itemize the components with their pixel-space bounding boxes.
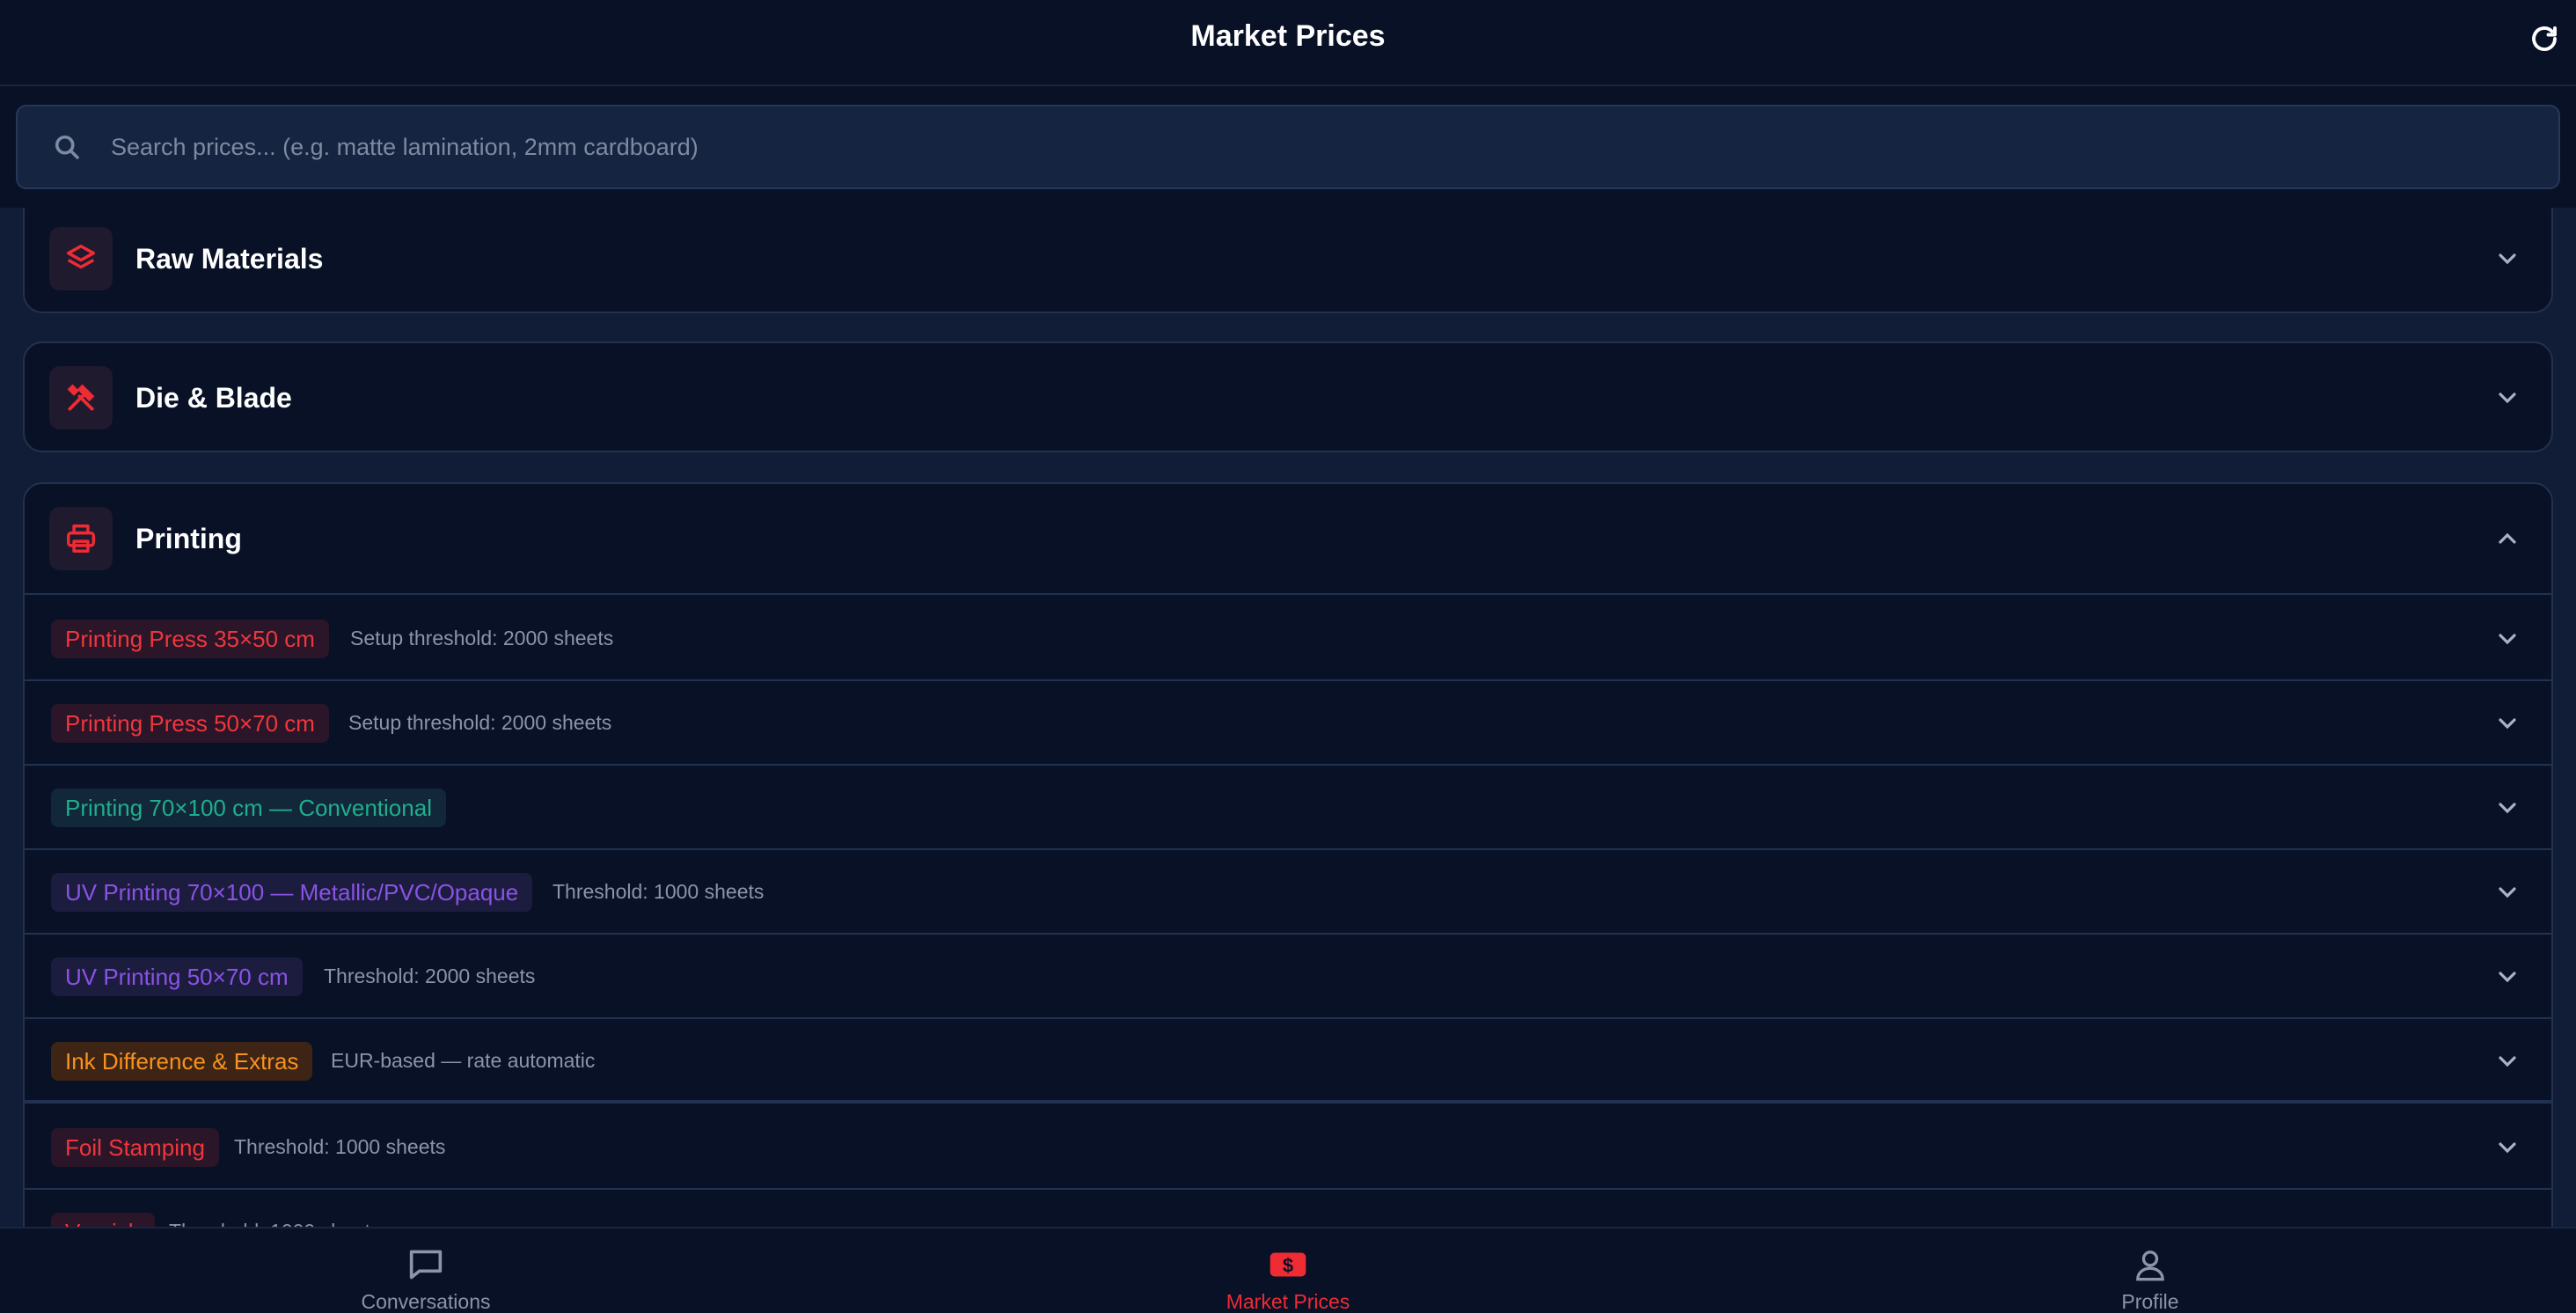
item-tag: Printing 70×100 cm — Conventional xyxy=(51,789,446,827)
tools-icon xyxy=(49,366,113,429)
page-title: Market Prices xyxy=(1190,19,1386,53)
section-title: Printing xyxy=(135,523,242,554)
chevron-down-icon xyxy=(2499,887,2516,899)
search-icon xyxy=(55,135,79,159)
chevron-down-icon xyxy=(2499,1056,2516,1067)
price-item-row[interactable]: Printing 70×100 cm — Conventional xyxy=(25,766,2551,850)
item-note: Threshold: 1000 sheets xyxy=(553,880,765,903)
section-raw-materials: Raw Materials xyxy=(23,208,2553,313)
search-bar-container xyxy=(0,86,2576,208)
item-tag: UV Printing 50×70 cm xyxy=(51,957,303,996)
refresh-icon xyxy=(2532,26,2557,51)
item-note: Threshold: 1000 sheets xyxy=(234,1135,446,1158)
section-title: Raw Materials xyxy=(135,243,324,275)
item-note: Threshold: 2000 sheets xyxy=(324,965,536,987)
section-die-blade: Die & Blade xyxy=(23,341,2553,452)
nav-label: Market Prices xyxy=(1226,1290,1350,1313)
bottom-navigation: Conversations $ Market Prices Profile xyxy=(0,1227,2576,1313)
nav-label: Profile xyxy=(2121,1290,2179,1313)
dollar-tag-icon: $ xyxy=(1268,1246,1308,1283)
section-header-printing[interactable]: Printing xyxy=(25,484,2551,595)
price-item-row[interactable]: Ink Difference & Extras EUR-based — rate… xyxy=(25,1019,2551,1104)
chevron-down-icon xyxy=(2499,392,2516,404)
item-note: Setup threshold: 2000 sheets xyxy=(350,627,614,649)
item-tag: UV Printing 70×100 — Metallic/PVC/Opaque xyxy=(51,873,533,912)
item-tag: Foil Stamping xyxy=(51,1128,219,1167)
chevron-up-icon xyxy=(2499,532,2516,544)
refresh-button[interactable] xyxy=(2525,19,2564,58)
chevron-down-icon xyxy=(2499,634,2516,645)
item-tag: Printing Press 35×50 cm xyxy=(51,620,329,658)
chat-icon xyxy=(406,1246,446,1283)
price-item-row[interactable]: Printing Press 35×50 cm Setup threshold:… xyxy=(25,597,2551,681)
item-note: Threshold: 1000 sheets xyxy=(169,1220,380,1227)
price-item-row[interactable]: UV Printing 70×100 — Metallic/PVC/Opaque… xyxy=(25,850,2551,935)
price-item-row[interactable]: UV Printing 50×70 cm Threshold: 2000 she… xyxy=(25,935,2551,1019)
nav-label: Conversations xyxy=(361,1290,491,1313)
section-header-die-blade[interactable]: Die & Blade xyxy=(25,343,2551,454)
item-note: EUR-based — rate automatic xyxy=(331,1049,596,1072)
chevron-down-icon xyxy=(2499,803,2516,814)
svg-text:$: $ xyxy=(1283,1254,1293,1276)
search-input[interactable] xyxy=(111,121,2558,173)
chevron-down-icon xyxy=(2499,972,2516,983)
chevron-down-icon xyxy=(2499,253,2516,265)
layers-icon xyxy=(49,227,113,290)
chevron-down-icon xyxy=(2493,1218,2521,1227)
printer-icon xyxy=(49,507,113,570)
price-item-row[interactable]: Printing Press 50×70 cm Setup threshold:… xyxy=(25,681,2551,766)
item-tag: Ink Difference & Extras xyxy=(51,1042,313,1081)
item-tag: Varnish xyxy=(51,1213,156,1227)
section-title: Die & Blade xyxy=(135,382,292,414)
section-printing: Printing Printing Press 35×50 cm Setup t… xyxy=(23,482,2553,1227)
section-header-raw-materials[interactable]: Raw Materials xyxy=(25,208,2551,315)
chevron-down-icon xyxy=(2499,718,2516,730)
search-box[interactable] xyxy=(16,105,2560,189)
price-item-row[interactable]: Varnish Threshold: 1000 sheets xyxy=(25,1190,2551,1227)
chevron-down-icon xyxy=(2499,1142,2516,1154)
nav-conversations[interactable]: Conversations xyxy=(294,1229,558,1313)
top-bar: Market Prices xyxy=(0,0,2576,86)
nav-profile[interactable]: Profile xyxy=(2018,1229,2282,1313)
item-tag: Printing Press 50×70 cm xyxy=(51,704,329,743)
price-categories-list: Raw Materials Die & Blade Printing Print… xyxy=(0,208,2576,1227)
nav-market-prices[interactable]: $ Market Prices xyxy=(1156,1229,1420,1313)
item-note: Setup threshold: 2000 sheets xyxy=(348,711,612,734)
user-icon xyxy=(2130,1246,2170,1283)
price-item-row[interactable]: Foil Stamping Threshold: 1000 sheets xyxy=(25,1105,2551,1190)
